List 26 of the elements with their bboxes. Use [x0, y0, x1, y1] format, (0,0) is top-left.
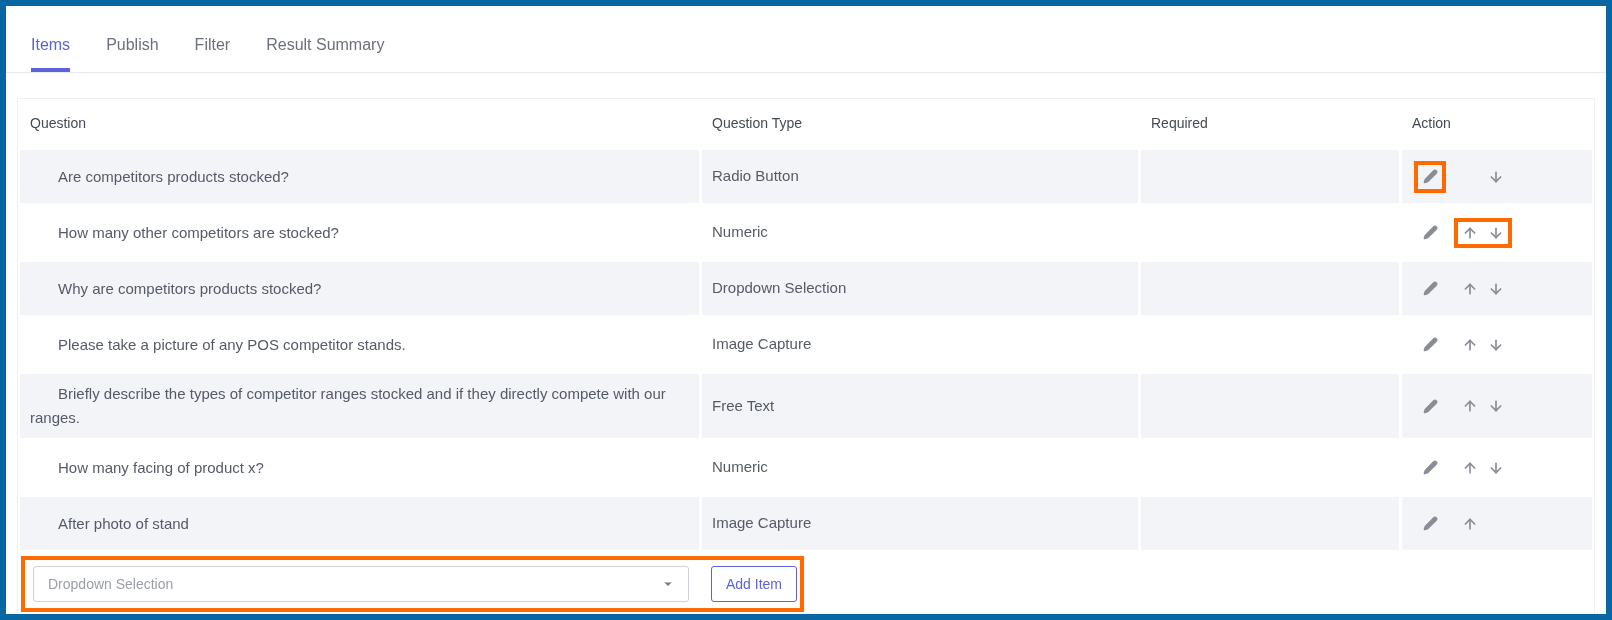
pencil-icon	[1422, 337, 1438, 352]
edit-button[interactable]	[1414, 160, 1446, 193]
table-cell: Are competitors products stocked?	[20, 150, 699, 203]
column-header: Question	[30, 113, 87, 133]
column-header: Action	[1412, 113, 1451, 133]
pencil-icon	[1422, 169, 1438, 184]
column-header: Required	[1151, 113, 1208, 133]
pencil-icon	[1422, 225, 1438, 240]
column-header: Question Type	[712, 113, 803, 133]
tab[interactable]: Result Summary	[266, 6, 385, 72]
table-cell: Image Capture	[702, 497, 1138, 550]
table-cell: Dropdown Selection	[702, 262, 1138, 315]
pencil-icon	[1422, 516, 1438, 531]
pencil-icon	[1422, 460, 1438, 475]
add-item-button[interactable]: Add Item	[711, 566, 798, 602]
table-cell: Briefly describe the types of competitor ranges stocked and if they directly compete with our ranges.	[20, 374, 699, 438]
pencil-icon	[1422, 398, 1438, 414]
pencil-icon	[1422, 281, 1438, 296]
table-cell: After photo of stand	[20, 497, 699, 550]
tab[interactable]: Filter	[194, 6, 231, 72]
table-cell: Free Text	[702, 374, 1138, 438]
tab[interactable]: Publish	[106, 6, 159, 72]
table-cell: Why are competitors products stocked?	[20, 262, 699, 315]
tab[interactable]: Items	[31, 6, 71, 72]
table-cell: Radio Button	[702, 150, 1138, 203]
question-type-dropdown[interactable]: Dropdown Selection	[33, 566, 689, 602]
